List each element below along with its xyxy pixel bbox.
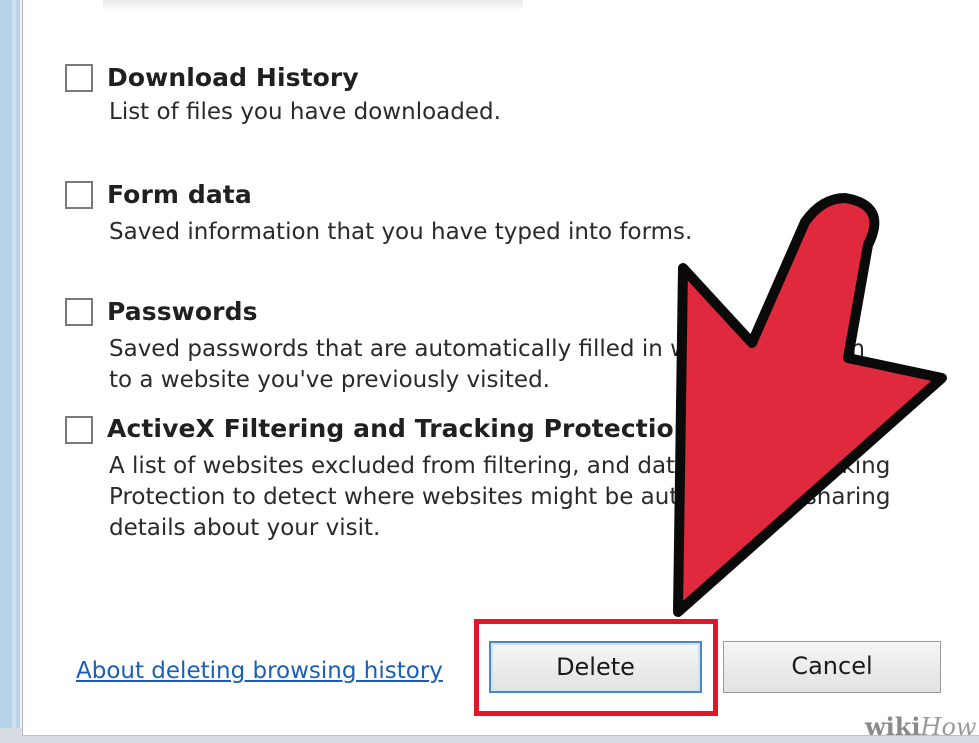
about-deleting-history-link[interactable]: About deleting browsing history <box>76 658 443 684</box>
form-data-description: Saved information that you have typed in… <box>109 219 693 245</box>
download-history-checkbox[interactable] <box>65 64 93 92</box>
activex-tracking-checkbox[interactable] <box>65 416 93 444</box>
activex-tracking-title: ActiveX Filtering and Tracking Protectio… <box>107 414 765 443</box>
activex-description-line-2: Protection to detect where websites migh… <box>109 484 891 510</box>
passwords-description-line-2: to a website you've previously visited. <box>109 367 550 393</box>
passwords-checkbox[interactable] <box>65 298 93 326</box>
passwords-title: Passwords <box>107 297 258 326</box>
delete-button[interactable]: Delete <box>489 641 702 693</box>
window-frame-highlight <box>12 0 16 743</box>
download-history-description: List of files you have downloaded. <box>109 99 501 125</box>
activex-description-line-3: details about your visit. <box>109 515 381 541</box>
passwords-description-line-1: Saved passwords that are automatically f… <box>109 336 865 362</box>
activex-description-line-1: A list of websites excluded from filteri… <box>109 453 891 479</box>
form-data-checkbox[interactable] <box>65 181 93 209</box>
form-data-title: Form data <box>107 180 252 209</box>
download-history-title: Download History <box>107 63 359 92</box>
wikihow-watermark: wikiHow <box>865 712 977 741</box>
cut-off-text-edge <box>103 0 523 10</box>
window-frame-left <box>0 0 20 743</box>
cancel-button[interactable]: Cancel <box>723 641 941 693</box>
